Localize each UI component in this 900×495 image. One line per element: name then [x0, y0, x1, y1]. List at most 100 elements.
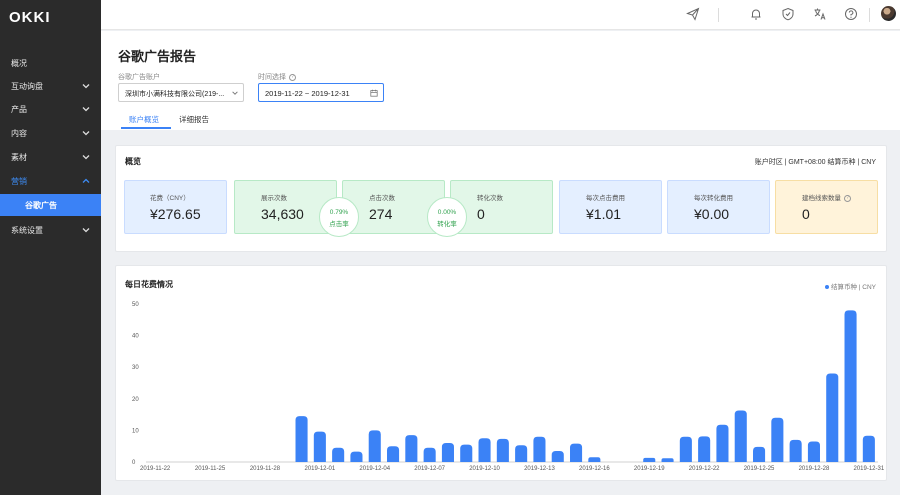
avatar[interactable]: [881, 6, 896, 21]
sidebar-item-google-ads[interactable]: 谷歌广告: [0, 194, 101, 216]
chart-bar: [734, 410, 747, 462]
divider: [869, 8, 870, 22]
chevron-down-icon: [82, 107, 90, 112]
time-label-text: 时间选择: [258, 74, 286, 81]
overview-meta: 账户时区 | GMT+08:00 结算币种 | CNY: [754, 159, 876, 166]
chart-bar: [387, 446, 400, 462]
info-icon: ?: [844, 194, 851, 202]
x-tick-label: 2019-12-22: [689, 466, 720, 472]
chart-bar: [716, 424, 729, 462]
metric-value: 0: [477, 206, 485, 222]
y-tick-label: 10: [132, 428, 139, 434]
sidebar-item-materials[interactable]: 素材: [0, 146, 101, 168]
metric-card-spend: 花费（CNY） ¥276.65: [124, 180, 227, 234]
chart-bar: [807, 441, 820, 462]
app-logo: OKKI: [9, 9, 51, 26]
y-tick-label: 50: [132, 302, 139, 308]
translate-icon[interactable]: [813, 7, 827, 21]
conversion-rate-badge: 0.00% 转化率: [427, 197, 467, 237]
overview-card: 概览 账户时区 | GMT+08:00 结算币种 | CNY 花费（CNY） ¥…: [115, 145, 887, 252]
chart-bar: [753, 446, 766, 462]
sidebar: OKKI 概况 互动询盘 产品 内容 素材 营销 谷歌广告 系统设置: [0, 0, 101, 495]
time-label: 时间选择?: [258, 72, 296, 82]
chart-bar: [405, 435, 418, 462]
metric-value: ¥276.65: [150, 206, 201, 222]
x-tick-label: 2019-12-01: [304, 466, 335, 472]
sidebar-item-label: 系统设置: [11, 225, 43, 235]
sidebar-item-label: 产品: [11, 104, 27, 114]
bell-icon[interactable]: [749, 7, 763, 21]
topbar: [101, 0, 900, 30]
chart-bar: [350, 451, 363, 462]
tab-detailed-report[interactable]: 详细报告: [179, 114, 209, 125]
calendar-icon: [370, 89, 378, 97]
page-title: 谷歌广告报告: [118, 49, 197, 64]
chart-bar: [826, 373, 839, 462]
metric-label: 每次转化费用: [694, 195, 733, 202]
sidebar-item-label: 概况: [11, 58, 27, 68]
chart-bar: [515, 445, 528, 462]
chart-bar: [368, 430, 381, 462]
metric-label: 展示次数: [261, 195, 287, 202]
page-header: 谷歌广告报告 谷歌广告账户 深圳市小满科技有限公司(219-... 时间选择? …: [101, 31, 900, 130]
click-rate-badge: 0.79% 点击率: [319, 197, 359, 237]
x-tick-label: 2019-11-22: [140, 466, 171, 472]
chart-bar: [423, 447, 436, 462]
chart-bar: [441, 443, 454, 462]
metric-label: 转化次数: [477, 195, 503, 202]
date-range-value: 2019-11-22 ~ 2019-12-31: [265, 89, 350, 98]
chart-bar: [588, 457, 601, 462]
sidebar-item-content[interactable]: 内容: [0, 122, 101, 144]
x-tick-label: 2019-12-19: [634, 466, 665, 472]
metric-card-leads: 建档线索数量? 0: [775, 180, 878, 234]
metric-value: 274: [369, 206, 393, 222]
chart-bar: [313, 431, 326, 462]
chevron-down-icon: [82, 228, 90, 233]
x-tick-label: 2019-12-07: [414, 466, 445, 472]
chart-bar: [771, 417, 784, 462]
send-icon[interactable]: [686, 7, 700, 21]
sidebar-item-label: 互动询盘: [11, 81, 43, 91]
account-select-value: 深圳市小满科技有限公司(219-...: [125, 91, 225, 98]
y-tick-label: 30: [132, 365, 139, 371]
chart-bar: [460, 444, 473, 462]
x-tick-label: 2019-12-13: [524, 466, 555, 472]
help-icon[interactable]: [844, 7, 858, 21]
chart-bar: [332, 447, 345, 462]
sidebar-item-settings[interactable]: 系统设置: [0, 219, 101, 241]
metric-value: ¥0.00: [694, 206, 730, 222]
chevron-down-icon: [82, 84, 90, 89]
chart-bar: [533, 436, 546, 462]
sidebar-item-label: 内容: [11, 128, 27, 138]
click-rate-label: 点击率: [329, 221, 349, 228]
metric-label: 点击次数: [369, 195, 395, 202]
chart-bar: [496, 438, 509, 462]
metric-label: 每次点击费用: [586, 195, 625, 202]
sidebar-item-marketing[interactable]: 营销: [0, 170, 101, 192]
shield-icon[interactable]: [781, 7, 795, 21]
info-icon: ?: [289, 73, 296, 81]
chevron-down-icon: [82, 155, 90, 160]
conversion-rate-value: 0.00%: [437, 209, 457, 216]
tab-account-overview[interactable]: 账户概览: [129, 114, 159, 125]
overview-title: 概览: [125, 157, 141, 166]
chart-bar: [679, 436, 692, 462]
sidebar-item-label: 谷歌广告: [25, 200, 57, 210]
sidebar-item-inquiries[interactable]: 互动询盘: [0, 75, 101, 97]
chart-bar: [551, 450, 564, 462]
x-tick-label: 2019-12-04: [359, 466, 390, 472]
sidebar-item-products[interactable]: 产品: [0, 98, 101, 120]
chart-bar: [478, 438, 491, 462]
account-label: 谷歌广告账户: [118, 74, 160, 81]
sidebar-item-label: 营销: [11, 176, 27, 186]
metric-label: 建档线索数量?: [802, 192, 851, 202]
y-tick-label: 0: [132, 460, 136, 466]
chart-bar: [661, 458, 674, 462]
metric-card-cpc: 每次点击费用 ¥1.01: [559, 180, 662, 234]
daily-spend-card: 每日花费情况 结算币种 | CNY 0 10 20 30 40 50 2019-11-22 2…: [115, 265, 887, 481]
account-select[interactable]: 深圳市小满科技有限公司(219-...: [118, 83, 244, 102]
chart-bar: [844, 310, 857, 462]
x-tick-label: 2019-12-28: [799, 466, 830, 472]
sidebar-item-overview[interactable]: 概况: [0, 52, 101, 74]
date-range-picker[interactable]: 2019-11-22 ~ 2019-12-31: [258, 83, 384, 102]
